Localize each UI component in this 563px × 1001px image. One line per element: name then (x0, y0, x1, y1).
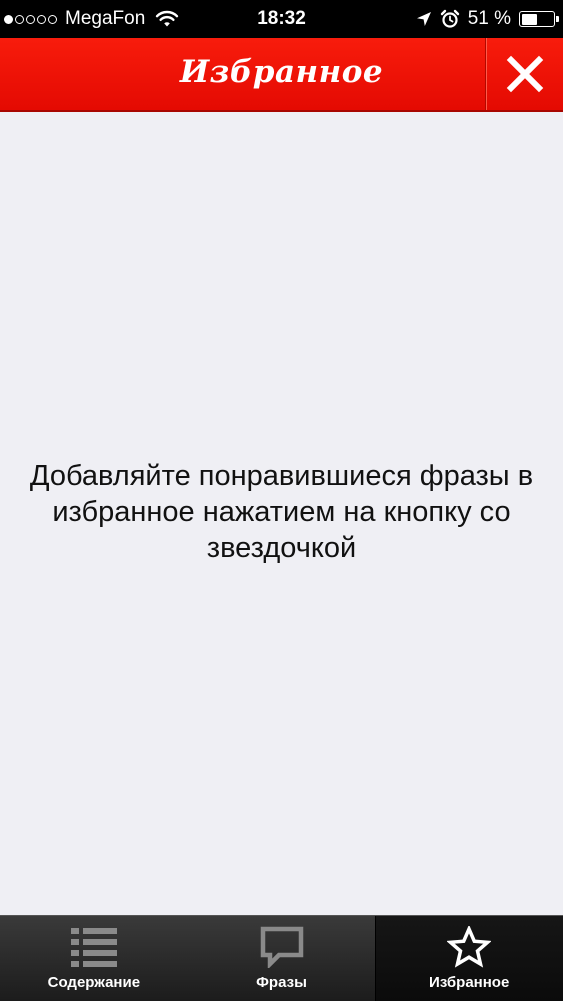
location-arrow-icon (416, 12, 431, 26)
tab-phrases[interactable]: Фразы (188, 916, 376, 1001)
close-button[interactable] (485, 38, 563, 110)
tab-label-phrases: Фразы (256, 974, 307, 991)
tab-bar: Содержание Фразы Избранное (0, 915, 563, 1001)
speech-bubble-icon (260, 926, 303, 968)
close-icon (506, 55, 543, 93)
status-right: 51 % (416, 0, 559, 38)
favorites-content: Добавляйте понравившиеся фразы в избранн… (0, 112, 563, 915)
tab-favorites[interactable]: Избранное (375, 916, 563, 1001)
tab-label-contents: Содержание (47, 974, 141, 991)
alarm-clock-icon (440, 9, 459, 28)
header-bar: Избранное (0, 38, 563, 112)
empty-state-message: Добавляйте понравившиеся фразы в избранн… (29, 460, 534, 564)
battery-percent: 51 % (467, 8, 511, 29)
battery-icon (519, 11, 559, 27)
status-bar: MegaFon 18:32 51 % (0, 0, 563, 38)
tab-label-favorites: Избранное (429, 974, 510, 991)
tab-contents[interactable]: Содержание (0, 916, 188, 1001)
battery-fill (521, 13, 538, 25)
list-icon (70, 928, 117, 967)
star-icon (447, 926, 492, 968)
page-title: Избранное (179, 54, 384, 90)
